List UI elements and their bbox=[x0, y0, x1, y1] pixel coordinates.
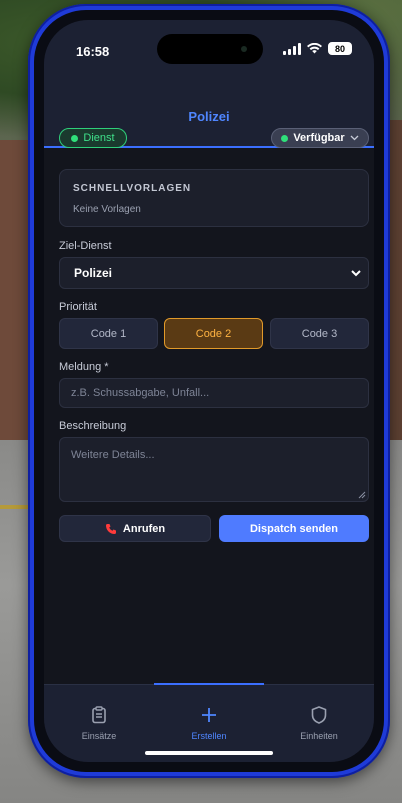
clipboard-icon bbox=[92, 706, 106, 724]
templates-empty-text: Keine Vorlagen bbox=[73, 204, 141, 215]
description-textarea[interactable]: Weitere Details... bbox=[59, 437, 369, 502]
chevron-down-icon bbox=[351, 270, 361, 277]
signal-icon bbox=[283, 42, 301, 55]
active-tab-indicator bbox=[154, 683, 264, 685]
tab-einheiten[interactable]: Einheiten bbox=[264, 705, 374, 741]
tab-label: Einheiten bbox=[300, 731, 338, 741]
status-icons: 80 bbox=[283, 42, 352, 55]
templates-title: SCHNELLVORLAGEN bbox=[73, 183, 192, 194]
priority-label: Priorität bbox=[59, 301, 97, 313]
duty-label: Dienst bbox=[83, 132, 115, 144]
call-label: Anrufen bbox=[122, 522, 166, 535]
target-service-label: Ziel-Dienst bbox=[59, 240, 112, 252]
priority-code-1-button[interactable]: Code 1 bbox=[59, 318, 158, 349]
availability-status-dot bbox=[281, 134, 289, 142]
shield-icon bbox=[311, 706, 327, 724]
target-service-select[interactable]: Polizei bbox=[59, 257, 369, 289]
chevron-down-icon bbox=[350, 135, 359, 141]
background-house-left bbox=[0, 140, 30, 440]
dynamic-island bbox=[157, 34, 263, 64]
battery-icon: 80 bbox=[328, 42, 352, 55]
duty-status-dot bbox=[71, 134, 79, 142]
wifi-icon bbox=[307, 43, 322, 54]
resize-handle-icon[interactable] bbox=[358, 491, 366, 499]
availability-label: Verfügbar bbox=[293, 132, 345, 144]
page-title: Polizei bbox=[188, 109, 230, 124]
quick-templates-panel: SCHNELLVORLAGEN Keine Vorlagen bbox=[59, 169, 369, 227]
tab-label: Erstellen bbox=[191, 731, 227, 741]
phone-icon bbox=[105, 523, 116, 534]
availability-dropdown[interactable]: Verfügbar bbox=[271, 128, 369, 148]
phone-bezel: 16:58 80 Polizei Dienst Verfügbar SCHNEL… bbox=[34, 10, 384, 772]
description-label: Beschreibung bbox=[59, 420, 127, 432]
duty-badge[interactable]: Dienst bbox=[59, 128, 127, 148]
phone-frame: 16:58 80 Polizei Dienst Verfügbar SCHNEL… bbox=[28, 4, 390, 778]
home-indicator[interactable] bbox=[145, 751, 273, 755]
status-time: 16:58 bbox=[76, 44, 110, 59]
phone-screen: 16:58 80 Polizei Dienst Verfügbar SCHNEL… bbox=[44, 20, 374, 762]
description-placeholder: Weitere Details... bbox=[71, 449, 155, 461]
app-header: 16:58 80 Polizei Dienst Verfügbar bbox=[44, 20, 374, 148]
call-button[interactable]: Anrufen bbox=[59, 515, 211, 542]
report-label: Meldung * bbox=[59, 361, 109, 373]
priority-code-3-button[interactable]: Code 3 bbox=[270, 318, 369, 349]
priority-code-2-button[interactable]: Code 2 bbox=[164, 318, 263, 349]
tab-einsaetze[interactable]: Einsätze bbox=[44, 705, 154, 741]
plus-icon bbox=[202, 708, 216, 722]
send-dispatch-button[interactable]: Dispatch senden bbox=[219, 515, 369, 542]
report-input[interactable]: z.B. Schussabgabe, Unfall... bbox=[59, 378, 369, 408]
camera-icon bbox=[241, 46, 247, 52]
tab-label: Einsätze bbox=[81, 731, 117, 741]
target-service-value: Polizei bbox=[74, 266, 113, 280]
tab-erstellen[interactable]: Erstellen bbox=[154, 705, 264, 741]
